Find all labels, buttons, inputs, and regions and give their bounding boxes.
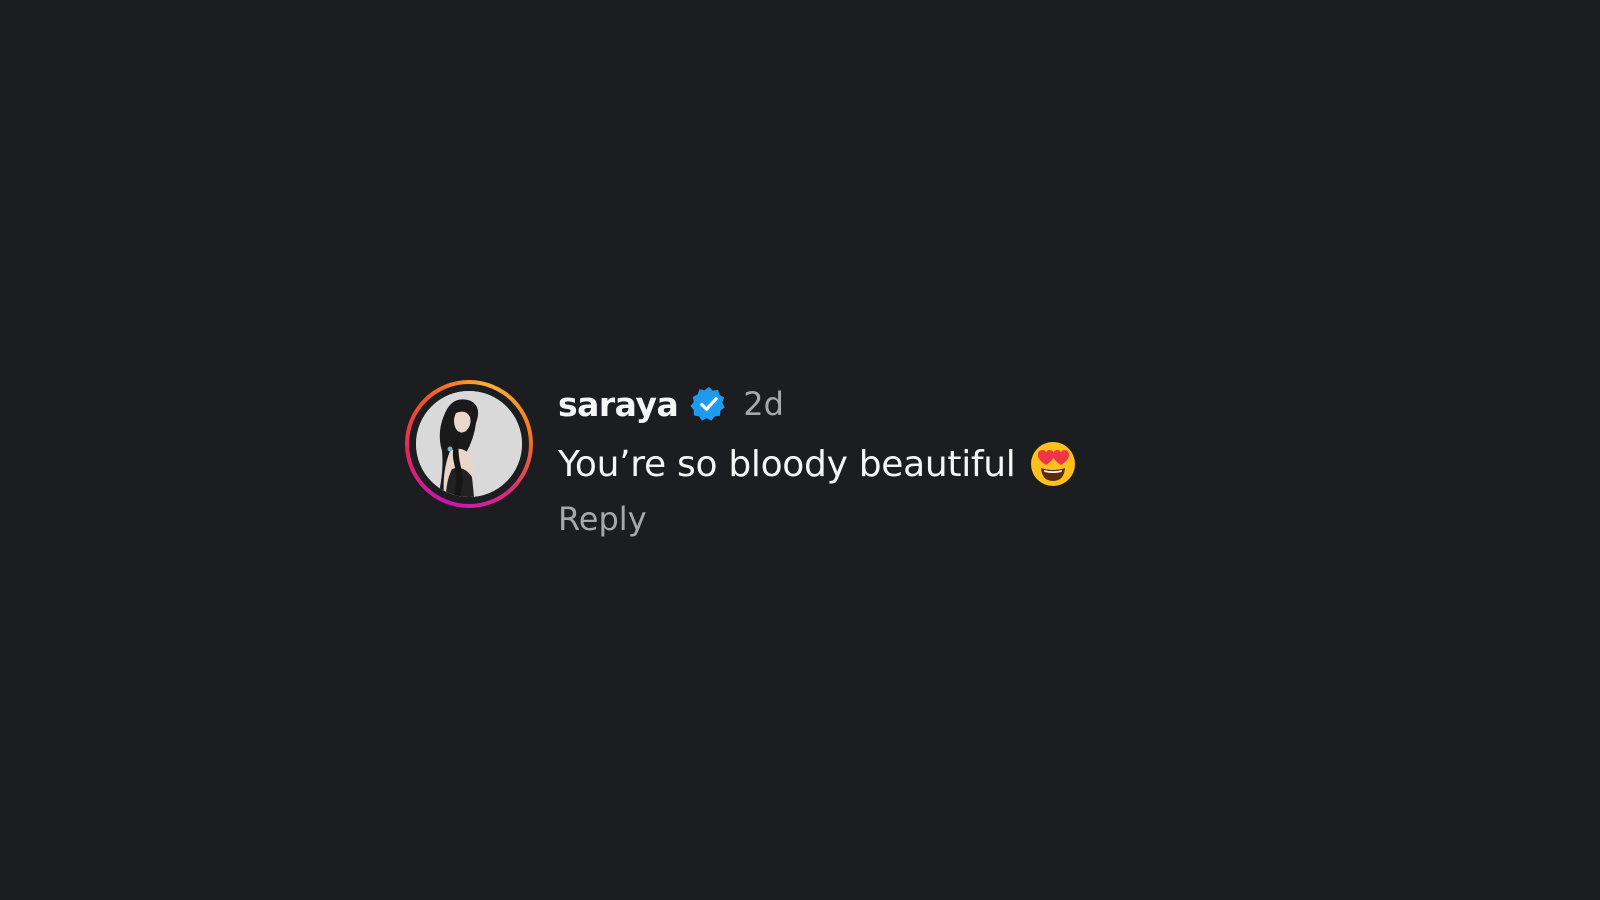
heart-eyes-emoji-icon bbox=[1030, 441, 1076, 487]
avatar-gap bbox=[409, 384, 529, 504]
comment-text-row: You’re so bloody beautiful bbox=[558, 440, 1076, 488]
comment-header: saraya 2d bbox=[558, 382, 1076, 426]
avatar[interactable] bbox=[416, 391, 522, 497]
screen: saraya 2d You’re so bloody beautiful Rep… bbox=[0, 0, 1600, 900]
comment: saraya 2d You’re so bloody beautiful Rep… bbox=[405, 380, 1076, 538]
avatar-photo bbox=[416, 391, 522, 497]
username[interactable]: saraya bbox=[558, 385, 679, 424]
reply-button[interactable]: Reply bbox=[558, 500, 647, 538]
avatar-story-ring[interactable] bbox=[405, 380, 533, 508]
verified-badge-icon bbox=[690, 385, 728, 423]
comment-body: saraya 2d You’re so bloody beautiful Rep… bbox=[558, 382, 1076, 538]
comment-text: You’re so bloody beautiful bbox=[558, 443, 1016, 485]
comment-timestamp: 2d bbox=[743, 385, 784, 423]
